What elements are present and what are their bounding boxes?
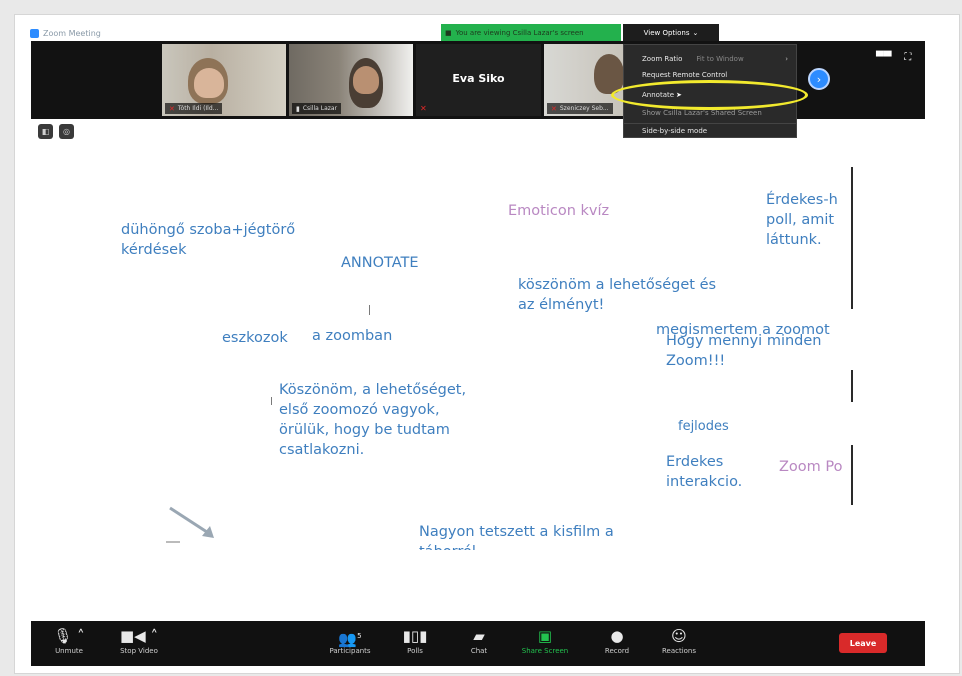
muted-mic-icon: 🎙 ˄ <box>53 627 85 645</box>
unmute-label: Unmute <box>55 647 83 655</box>
leave-button[interactable]: Leave <box>839 633 887 653</box>
annotation-text: Emoticon kvíz <box>508 203 610 219</box>
shared-screen-whiteboard[interactable]: dühöngő szoba+jégtörő kérdések ANNOTATE … <box>31 145 925 620</box>
next-page-button[interactable]: › <box>808 68 830 90</box>
annotation-text: fejlodes <box>678 419 729 434</box>
menu-item-label: Side-by-side mode <box>642 127 708 135</box>
view-options-label: View Options <box>643 28 690 37</box>
muted-mic-icon: ✕ <box>551 104 557 113</box>
fullscreen-icon[interactable]: ⛶ <box>904 52 911 63</box>
unmute-button[interactable]: 🎙 ˄ Unmute <box>39 625 99 655</box>
participant-name-tag: ✕ Tóth Ildi (Ild... <box>165 103 223 114</box>
share-screen-icon: ▣ <box>537 627 553 645</box>
muted-mic-icon: ✕ <box>169 104 175 113</box>
menu-item-label: Zoom Ratio <box>642 54 683 63</box>
polls-button[interactable]: ▮▯▮ Polls <box>385 625 445 655</box>
menu-item-sublabel: Fit to Window <box>696 54 744 63</box>
menu-item-label: Show Csilla Lazar's Shared Screen <box>642 108 762 117</box>
polls-label: Polls <box>407 647 423 655</box>
participants-label: Participants <box>329 647 371 655</box>
view-options-button[interactable]: View Options ⌄ <box>623 24 719 41</box>
window-title: Zoom Meeting <box>43 28 101 38</box>
annotation-line <box>851 370 853 402</box>
participant-video-2[interactable]: ▮ Csilla Lazar <box>289 44 413 116</box>
menu-item-request-remote-control[interactable]: Request Remote Control <box>624 67 796 82</box>
participant-name: Csilla Lazar <box>302 105 338 112</box>
participant-video-3[interactable]: Eva Siko ✕ <box>416 44 541 116</box>
participant-name: Tóth Ildi (Ild... <box>177 105 219 112</box>
chevron-down-icon: ⌄ <box>692 28 699 37</box>
polls-icon: ▮▯▮ <box>402 627 428 645</box>
stop-video-button[interactable]: ■◀ ˄ Stop Video <box>109 625 169 655</box>
participant-face <box>353 66 379 94</box>
stop-video-label: Stop Video <box>120 647 158 655</box>
video-camera-icon: ■◀ ˄ <box>120 627 158 645</box>
sharing-status-banner: ■ You are viewing Csilla Lazar's screen <box>441 24 621 41</box>
record-button[interactable]: ● Record <box>587 625 647 655</box>
chevron-right-icon: › <box>816 72 822 86</box>
zoom-logo-icon <box>30 28 39 38</box>
participants-button[interactable]: 👥5 Participants <box>320 625 380 655</box>
annotation-text: dühöngő szoba+jégtörő kérdések <box>121 222 296 258</box>
chat-button[interactable]: ▰ Chat <box>449 625 509 655</box>
participants-icon: 👥5 <box>338 630 362 648</box>
annotation-text: Érdekes-h poll, amit láttunk. <box>766 192 838 248</box>
annotation-text: köszönöm a lehetőséget és az élményt! <box>518 277 717 313</box>
annotation-line <box>851 445 853 505</box>
menu-item-show-shared-screen[interactable]: Show Csilla Lazar's Shared Screen <box>624 105 796 120</box>
participant-name-large: Eva Siko <box>452 72 505 85</box>
annotation-text: Hogy mennyi minden Zoom!!! <box>666 333 822 369</box>
annotation-line <box>851 167 853 309</box>
participant-avatar <box>594 54 624 94</box>
reactions-label: Reactions <box>661 647 697 655</box>
participant-video-1[interactable]: ✕ Tóth Ildi (Ild... <box>162 44 286 116</box>
menu-item-zoom-ratio[interactable]: Zoom Ratio Fit to Window › <box>624 51 796 66</box>
cursor-icon: ➤ <box>676 90 682 99</box>
gallery-view-icon[interactable]: ▀▀ <box>876 52 891 63</box>
annotation-text: Zoom Po <box>779 459 843 475</box>
menu-item-annotate[interactable]: Annotate ➤ <box>624 87 796 102</box>
participant-face <box>194 68 224 98</box>
minimize-icon[interactable]: ◧ <box>38 124 53 139</box>
annotation-text: a zoomban <box>312 328 393 344</box>
menu-item-label: Annotate <box>642 90 675 99</box>
menu-item-side-by-side[interactable]: Side-by-side mode <box>624 123 796 138</box>
participants-count: 5 <box>357 632 362 640</box>
mic-icon: ▮ <box>296 104 300 113</box>
annotation-text: eszkozok <box>222 330 288 346</box>
meeting-toolbar: 🎙 ˄ Unmute ■◀ ˄ Stop Video 👥5 Participan… <box>31 621 925 666</box>
annotation-tick-mark <box>271 397 272 405</box>
arrow-stamp-icon <box>166 506 214 543</box>
menu-item-label: Request Remote Control <box>642 70 728 79</box>
participant-name: Szeniczey Seb... <box>559 105 609 112</box>
chat-bubble-icon: ▰ <box>473 627 485 645</box>
muted-mic-icon: ✕ <box>420 104 427 113</box>
settings-icon[interactable]: ◎ <box>59 124 74 139</box>
participant-name-tag: ✕ Szeniczey Seb... <box>547 103 613 114</box>
record-icon: ● <box>610 627 624 645</box>
record-label: Record <box>604 647 630 655</box>
annotation-tick-mark <box>369 305 370 315</box>
shield-icon: ■ <box>445 28 452 37</box>
chevron-right-icon: › <box>785 54 788 63</box>
chat-label: Chat <box>470 647 488 655</box>
annotation-text: Nagyon tetszett a kisfilm a táborról <box>419 524 614 550</box>
annotation-mini-controls: ◧ ◎ <box>38 124 74 139</box>
view-controls: ▀▀ ⛶ <box>876 52 911 63</box>
annotation-text: ANNOTATE <box>341 255 419 271</box>
share-screen-button[interactable]: ▣ Share Screen <box>515 625 575 655</box>
share-screen-label: Share Screen <box>521 647 569 655</box>
annotation-text: Erdekes interakcio. <box>666 454 743 490</box>
sharing-status-text: You are viewing Csilla Lazar's screen <box>455 28 584 37</box>
participant-name-tag: ▮ Csilla Lazar <box>292 103 342 114</box>
view-options-menu: Zoom Ratio Fit to Window › Request Remot… <box>623 44 797 138</box>
annotation-text: Köszönöm, a lehetőséget, első zoomozó va… <box>279 382 467 458</box>
window-titlebar: Zoom Meeting <box>30 26 101 40</box>
smiley-icon: ☺ <box>671 627 687 645</box>
reactions-button[interactable]: ☺ Reactions <box>649 625 709 655</box>
